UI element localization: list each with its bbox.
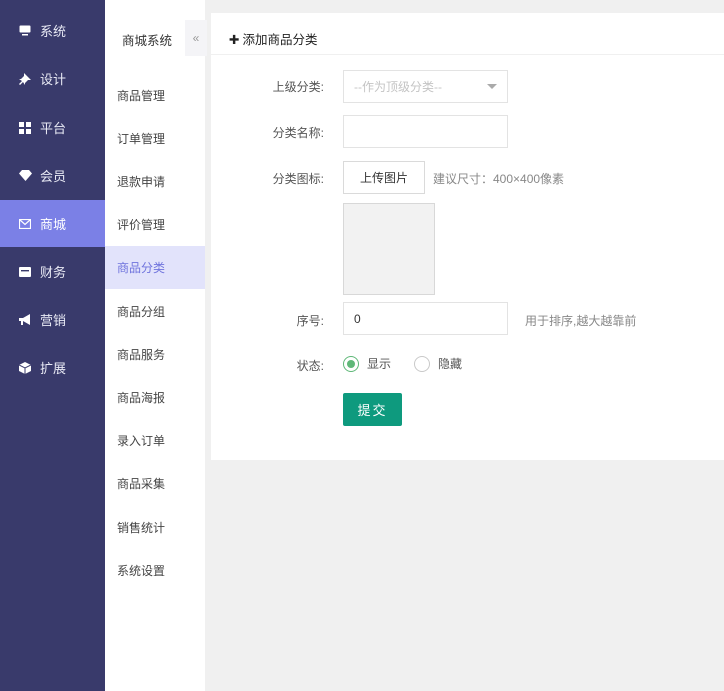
pushpin-icon [18, 72, 32, 86]
submenu-item-entry-order[interactable]: 录入订单 [105, 419, 205, 462]
sidebar-item-label: 平台 [40, 121, 67, 136]
diamond-icon [18, 169, 32, 183]
icon-size-hint: 建议尺寸：400×400像素 [433, 172, 565, 186]
submenu-item-reviews[interactable]: 评价管理 [105, 203, 205, 246]
sidebar-item-label: 商城 [40, 217, 67, 232]
sort-input[interactable]: 0 [343, 302, 508, 335]
submenu-item-categories[interactable]: 商品分类 [105, 246, 205, 289]
main-sidebar: 系统 设计 平台 会员 商城 财务 营销 扩展 [0, 0, 105, 691]
parent-category-value: --作为顶级分类-- [354, 80, 442, 94]
chevron-down-icon [487, 84, 497, 89]
submenu-item-goods[interactable]: 商品管理 [105, 74, 205, 117]
sidebar-item-mall[interactable]: 商城 [0, 200, 105, 247]
category-name-input[interactable] [343, 115, 508, 148]
sidebar-item-platform[interactable]: 平台 [0, 104, 105, 151]
page-title: ✚ 添加商品分类 [229, 29, 318, 48]
puzzle-icon [18, 361, 32, 375]
submenu-item-collect[interactable]: 商品采集 [105, 462, 205, 505]
category-name-label: 分类名称: [272, 126, 324, 140]
status-label: 状态: [296, 359, 324, 373]
sort-hint: 用于排序,越大越靠前 [525, 314, 637, 328]
sidebar-item-label: 会员 [40, 169, 67, 184]
submenu-item-services[interactable]: 商品服务 [105, 333, 205, 376]
plus-icon: ✚ [229, 33, 240, 47]
status-radio-show[interactable]: 显示 [343, 355, 391, 372]
sidebar-item-design[interactable]: 设计 [0, 55, 105, 102]
parent-category-select[interactable]: --作为顶级分类-- [343, 70, 508, 103]
sidebar-item-extend[interactable]: 扩展 [0, 344, 105, 391]
form-panel: ✚ 添加商品分类 上级分类: --作为顶级分类-- 分类名称: 分类图标: 上传图… [211, 13, 724, 460]
submenu-item-settings[interactable]: 系统设置 [105, 549, 205, 592]
upload-image-button[interactable]: 上传图片 [343, 161, 425, 194]
submenu-panel: 商城系统 « 商品管理 订单管理 退款申请 评价管理 商品分类 商品分组 商品服… [105, 0, 207, 691]
sidebar-item-label: 营销 [40, 313, 67, 328]
sidebar-item-label: 系统 [40, 24, 67, 39]
page-title-text: 添加商品分类 [242, 33, 318, 47]
submit-button[interactable]: 提交 [343, 393, 402, 426]
grid-icon [18, 121, 32, 135]
collapse-icon[interactable]: « [185, 20, 207, 56]
sidebar-item-marketing[interactable]: 营销 [0, 296, 105, 343]
sort-label: 序号: [296, 314, 324, 328]
radio-unchecked-icon [414, 355, 430, 372]
sidebar-item-label: 财务 [40, 265, 67, 280]
wallet-icon [18, 265, 32, 279]
status-radio-hide[interactable]: 隐藏 [414, 355, 462, 372]
sidebar-item-label: 设计 [40, 72, 67, 87]
divider [211, 54, 724, 55]
submenu-item-stats[interactable]: 销售统计 [105, 506, 205, 549]
megaphone-icon [18, 313, 32, 327]
monitor-icon [18, 24, 32, 38]
submenu-item-groups[interactable]: 商品分组 [105, 290, 205, 333]
parent-category-label: 上级分类: [272, 80, 324, 94]
radio-label: 隐藏 [438, 357, 463, 371]
submenu-item-orders[interactable]: 订单管理 [105, 117, 205, 160]
sidebar-item-system[interactable]: 系统 [0, 7, 105, 54]
radio-checked-icon [343, 355, 359, 372]
sidebar-item-member[interactable]: 会员 [0, 152, 105, 199]
submenu-item-refunds[interactable]: 退款申请 [105, 160, 205, 203]
image-preview[interactable] [343, 203, 435, 295]
submenu-item-posters[interactable]: 商品海报 [105, 376, 205, 419]
sidebar-item-finance[interactable]: 财务 [0, 248, 105, 295]
mail-icon [18, 217, 32, 231]
sidebar-item-label: 扩展 [40, 361, 67, 376]
radio-label: 显示 [367, 357, 392, 371]
category-icon-label: 分类图标: [272, 172, 324, 186]
